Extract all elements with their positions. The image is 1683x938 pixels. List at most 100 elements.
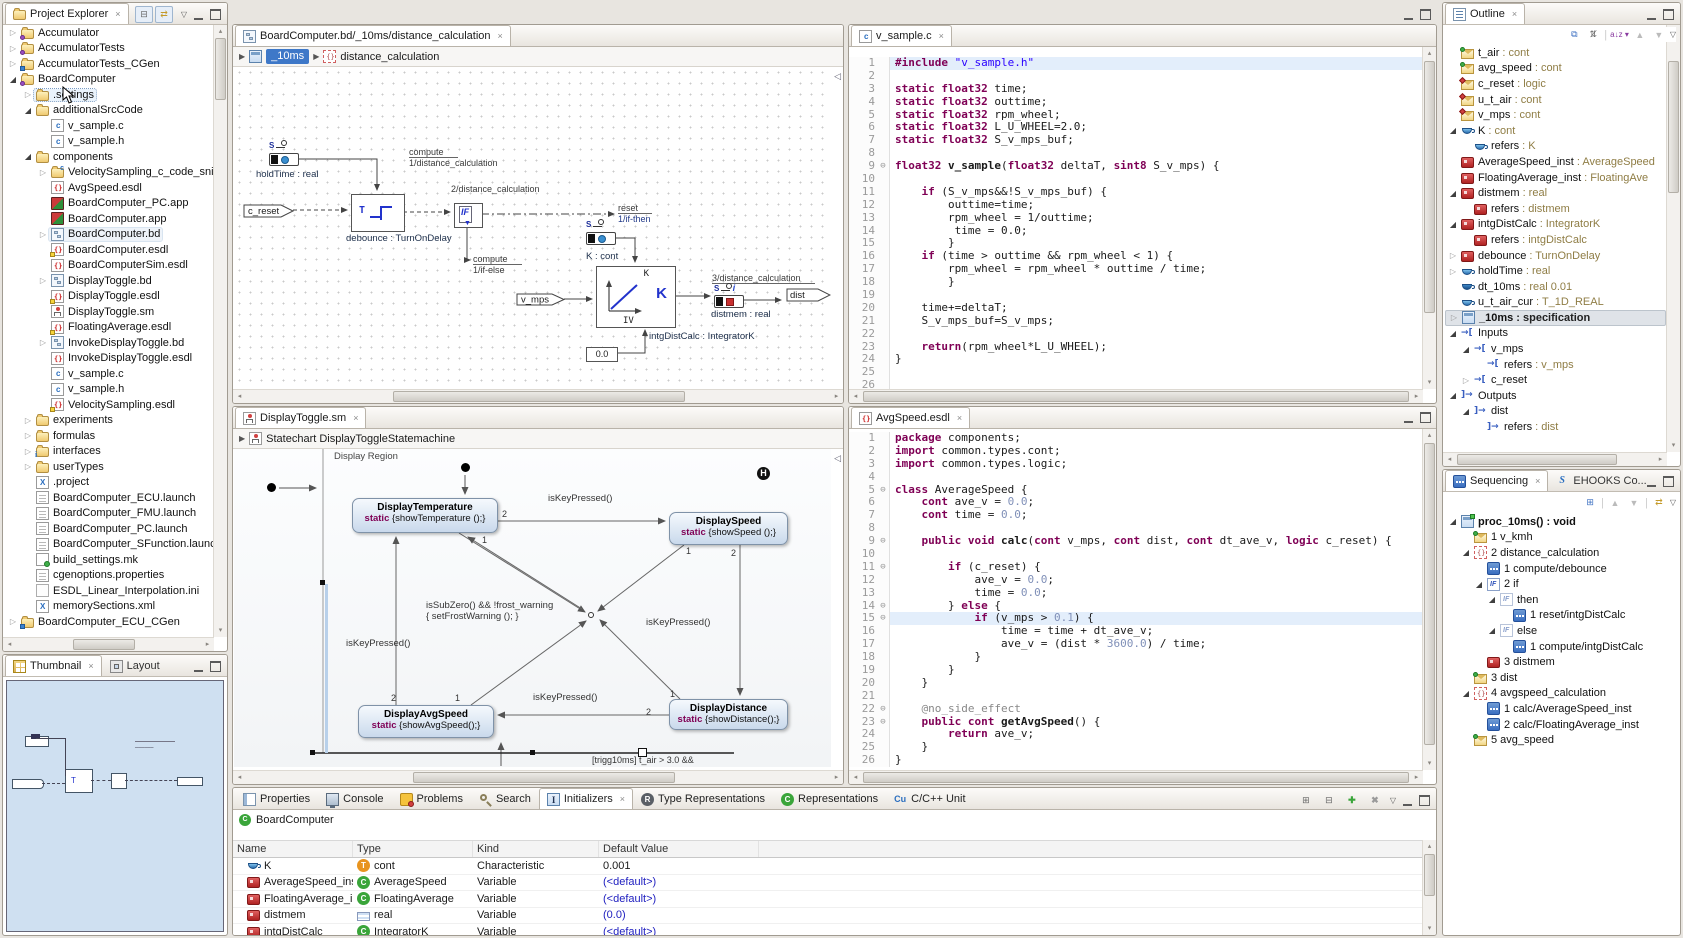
debounce-label[interactable]: debounce : TurnOnDelay (346, 233, 452, 244)
output-port-dist[interactable]: dist (786, 288, 831, 302)
diagram-canvas[interactable]: c_reset v_mps dist S holdTime : real T d… (234, 67, 831, 388)
project-explorer-tab[interactable]: Project Explorer × (5, 3, 129, 24)
column-header-kind[interactable]: Kind (473, 841, 599, 857)
tree-item-u-t-air-cur[interactable]: u_t_air_cur: T_1D_REAL (1445, 295, 1666, 311)
link-with-editor-icon[interactable]: ⧉ (1566, 27, 1582, 42)
tree-item-memorysections-xml[interactable]: memorySections.xml (3, 599, 214, 615)
tree-item-c-reset[interactable]: ▷c_reset (1445, 372, 1666, 388)
tree-item-dt-10ms[interactable]: dt_10ms: real 0.01 (1445, 279, 1666, 295)
maximize-icon[interactable] (1420, 412, 1431, 423)
transition-label[interactable]: isKeyPressed() (646, 617, 710, 628)
maximize-icon[interactable] (1420, 9, 1431, 20)
tree-item-10ms[interactable]: ▷_10ms: specification (1445, 310, 1666, 326)
input-port-v-mps[interactable]: v_mps (516, 293, 566, 306)
tree-item-refers[interactable]: refers: v_mps (1445, 357, 1666, 373)
tree-item-5-avg-speed[interactable]: 5 avg_speed (1445, 732, 1678, 748)
expander-icon[interactable]: ▷ (7, 44, 19, 53)
close-icon[interactable]: × (498, 31, 503, 41)
tree-item-then[interactable]: ◢then (1445, 592, 1678, 608)
trigger-label[interactable]: [trigg10ms] t_air > 3.0 && (592, 755, 694, 765)
tree-item-1-compute-intgdistcalc[interactable]: 1 compute/intgDistCalc (1445, 639, 1678, 655)
bottom-tab-type-representations[interactable]: Type Representations (633, 788, 773, 809)
tree-item-intgdistcalc[interactable]: ◢intgDistCalc: IntegratorK (1445, 217, 1666, 233)
tree-item-boardcomputer-esdl[interactable]: BoardComputer.esdl (3, 242, 214, 258)
tree-item-debounce[interactable]: ▷debounce: TurnOnDelay (1445, 248, 1666, 264)
integrator-label[interactable]: intgDistCalc : IntegratorK (649, 331, 755, 342)
view-menu-icon[interactable]: ▽ (1670, 498, 1676, 507)
tree-item-displaytoggle-sm[interactable]: DisplayToggle.sm (3, 304, 214, 320)
minimize-icon[interactable] (1647, 10, 1656, 20)
tree-item-inputs[interactable]: ◢Inputs (1445, 326, 1666, 342)
breadcrumb-10ms[interactable]: _10ms (266, 49, 309, 64)
add-column-button[interactable]: ⊞ (1298, 793, 1314, 808)
seq-label-compute1[interactable]: compute1/distance_calculation (409, 147, 498, 168)
tree-item-build-settings-mk[interactable]: build_settings.mk (3, 552, 214, 568)
tree-item-u-t-air[interactable]: u_t_air: cont (1445, 92, 1666, 108)
table-row-k[interactable]: KcontCharacteristic0.001 (233, 858, 1423, 875)
expander-icon[interactable]: ▷ (22, 462, 34, 471)
seq-label-2[interactable]: 2/distance_calculation (451, 184, 540, 194)
palette-collapse-arrow[interactable]: ◁ (834, 453, 841, 464)
state-display-speed[interactable]: DisplaySpeed static {showSpeed ();} (669, 512, 788, 545)
maximize-icon[interactable] (1419, 795, 1430, 806)
tree-item-boardcomputer[interactable]: ◢BoardComputer (3, 72, 214, 88)
selection-handle[interactable] (530, 750, 535, 755)
thumbnail-preview[interactable]: T ▔▔▔▔▔▔ (6, 680, 224, 932)
outline-hscrollbar[interactable]: ◂▸ (1443, 452, 1667, 466)
distmem-element[interactable] (714, 295, 744, 308)
breadcrumb-distance-calculation[interactable]: distance_calculation (340, 51, 439, 63)
table-row-averagespeed-inst[interactable]: AverageSpeed_instAverageSpeedVariable(<d… (233, 875, 1423, 892)
view-menu-icon[interactable]: ▽ (1670, 30, 1676, 39)
thumbnail-tab[interactable]: Thumbnail × (5, 655, 102, 676)
tree-item-refers[interactable]: refers: K (1445, 139, 1666, 155)
column-header-name[interactable]: Name (233, 841, 353, 857)
state-display-avg-speed[interactable]: DisplayAvgSpeed static {showAvgSpeed();} (358, 705, 494, 738)
tree-item-v-sample-h[interactable]: v_sample.h (3, 382, 214, 398)
tree-item-2-if[interactable]: ◢2 if (1445, 576, 1678, 592)
tree-item-boardcomputer-sfunction-launch[interactable]: BoardComputer_SFunction.launch (3, 537, 214, 553)
diagram-editor-tab[interactable]: BoardComputer.bd/_10ms/distance_calculat… (235, 25, 511, 46)
move-down-icon[interactable]: ▼ (1626, 495, 1642, 510)
tree-item-v-mps[interactable]: ◢v_mps (1445, 341, 1666, 357)
expander-icon[interactable]: ▷ (37, 276, 49, 285)
bottom-tab-properties[interactable]: Properties (235, 788, 318, 809)
tree-item-formulas[interactable]: ▷formulas (3, 428, 214, 444)
seq-label-compute2[interactable]: compute1/if-else (473, 254, 522, 275)
if-block[interactable]: IF ▼ (454, 203, 483, 228)
outline-vscrollbar[interactable]: ▴▾ (1666, 25, 1680, 452)
initial-state-dot[interactable] (461, 463, 470, 472)
sync-icon[interactable]: ⇄ (1651, 495, 1667, 510)
esdl-code-area[interactable]: 1package components;2import common.types… (849, 429, 1423, 770)
tree-item-1-calc-averagespeed-inst[interactable]: 1 calc/AverageSpeed_inst (1445, 701, 1678, 717)
ehooks-tab[interactable]: EHOOKS Co... (1548, 470, 1654, 491)
tree-item-project[interactable]: .project (3, 475, 214, 491)
expander-icon[interactable]: ◢ (7, 75, 19, 84)
breadcrumb-expand-icon[interactable]: ▶ (239, 434, 245, 443)
tree-item-accumulatortests-cgen[interactable]: ▷AccumulatorTests_CGen (3, 56, 214, 72)
expander-icon[interactable]: ▷ (37, 338, 49, 347)
esdl-editor-vscrollbar[interactable]: ▴▾ (1422, 429, 1436, 770)
expander-icon[interactable]: ◢ (1447, 391, 1459, 400)
bottom-tab-problems[interactable]: Problems (392, 788, 471, 809)
expander-icon[interactable]: ◢ (1447, 220, 1459, 229)
tree-item-holdtime[interactable]: ▷holdTime: real (1445, 263, 1666, 279)
esdl-editor-hscrollbar[interactable]: ◂▸ (849, 770, 1423, 784)
selection-handle[interactable] (320, 580, 325, 585)
tree-item-2-distance-calculation[interactable]: ◢2 distance_calculation (1445, 545, 1678, 561)
tree-item-velocitysampling-esdl[interactable]: VelocitySampling.esdl (3, 397, 214, 413)
history-state[interactable]: H (757, 467, 770, 480)
column-header-type[interactable]: Type (353, 841, 473, 857)
close-icon[interactable]: × (939, 31, 944, 41)
bottom-tab-search[interactable]: Search (471, 788, 539, 809)
tree-item-accumulator[interactable]: ▷Accumulator (3, 25, 214, 41)
close-icon[interactable]: × (88, 661, 93, 671)
sequencing-tab[interactable]: Sequencing × (1445, 470, 1548, 491)
tree-item-boardcomputer-bd[interactable]: ▷BoardComputer.bd (3, 227, 214, 243)
tree-item-t-air[interactable]: t_air: cont (1445, 45, 1666, 61)
maximize-icon[interactable] (1663, 476, 1674, 487)
expander-icon[interactable]: ◢ (1460, 689, 1472, 698)
tree-item-v-mps[interactable]: v_mps: cont (1445, 107, 1666, 123)
integrator-block[interactable]: K K IV (596, 266, 676, 328)
initial-state-dot[interactable] (267, 483, 276, 492)
c-editor-tab[interactable]: v_sample.c × (851, 25, 952, 46)
